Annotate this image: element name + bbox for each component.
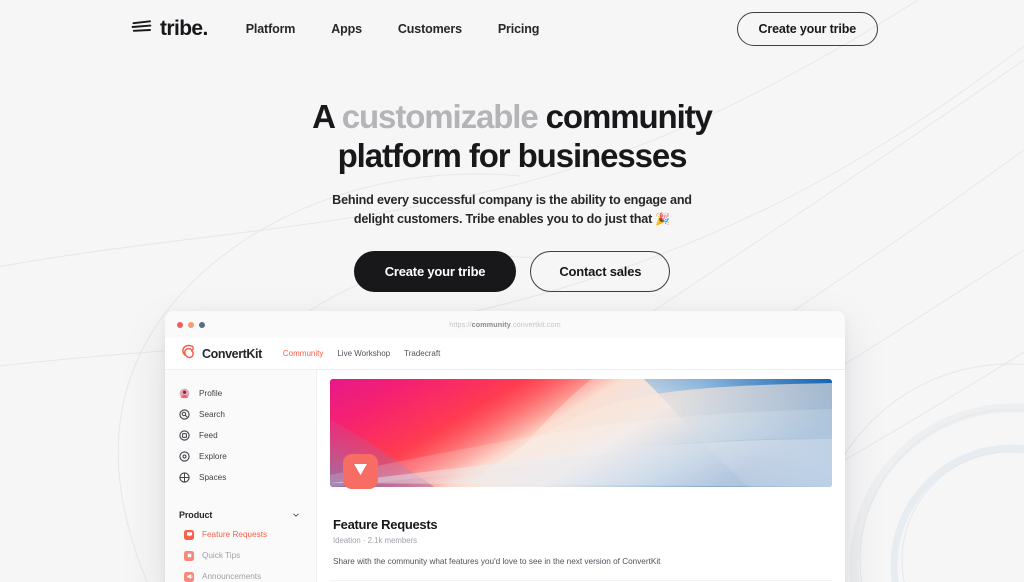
url-host: community (471, 320, 511, 329)
megaphone-icon (184, 571, 194, 582)
sidebar-item-explore-label: Explore (199, 452, 227, 461)
app-top-bar: ConvertKit Community Live Workshop Trade… (165, 338, 845, 370)
hero-create-tribe-button[interactable]: Create your tribe (353, 250, 517, 292)
search-icon (179, 409, 190, 420)
sidebar-item-feed[interactable]: Feed (179, 425, 316, 446)
sidebar-item-feature-requests[interactable]: Feature Requests (179, 524, 316, 545)
feed-icon (179, 430, 190, 441)
sidebar-item-spaces[interactable]: Spaces (179, 467, 316, 488)
sidebar-group-product[interactable]: Product (179, 505, 316, 524)
hero-subtitle-text: Behind every successful company is the a… (332, 192, 692, 226)
tribe-lines-icon (131, 19, 153, 39)
convertkit-brand[interactable]: ConvertKit (181, 344, 262, 364)
sidebar-group-label: Product (179, 509, 213, 520)
window-minimize-dot[interactable] (188, 321, 194, 328)
hero-title-part2: community (537, 98, 713, 135)
diamond-gem-icon (351, 461, 370, 483)
brand-logo[interactable]: tribe. (131, 18, 208, 39)
avatar-icon (179, 388, 190, 399)
sidebar-item-feature-requests-label: Feature Requests (202, 530, 268, 539)
convertkit-brand-name: ConvertKit (202, 346, 262, 361)
hero-contact-sales-button[interactable]: Contact sales (530, 250, 671, 292)
brand-name: tribe. (160, 17, 208, 40)
app-body: Profile Search Feed Explore Spaces Produ… (165, 370, 845, 582)
url-scheme: https:// (449, 320, 472, 329)
nav-item-platform[interactable]: Platform (246, 22, 296, 36)
address-bar[interactable]: https://community.convertkit.com (165, 320, 845, 329)
app-nav: Community Live Workshop Tradecraft (283, 349, 440, 358)
space-header: Feature Requests Ideation · 2.1k members… (330, 487, 832, 566)
nav-item-pricing[interactable]: Pricing (498, 22, 539, 36)
hero-subtitle: Behind every successful company is the a… (332, 191, 692, 229)
explore-icon (179, 451, 190, 462)
sidebar-item-profile[interactable]: Profile (179, 383, 316, 404)
hero-actions: Create your tribe Contact sales (0, 250, 1024, 292)
sidebar-item-announcements[interactable]: Announcements (179, 566, 316, 582)
app-nav-tradecraft[interactable]: Tradecraft (404, 349, 440, 358)
sidebar-item-search[interactable]: Search (179, 404, 316, 425)
hero-title: A customizable community platform for bu… (252, 98, 772, 176)
hero-title-line2: platform for businesses (337, 136, 688, 174)
window-maximize-dot[interactable] (199, 321, 205, 328)
space-badge (343, 454, 378, 489)
site-header: tribe. Platform Apps Customers Pricing C… (0, 0, 1024, 57)
sidebar-item-profile-label: Profile (199, 389, 223, 398)
hero-section: A customizable community platform for bu… (0, 57, 1024, 292)
main-nav: Platform Apps Customers Pricing (246, 22, 540, 36)
chevron-down-icon[interactable] (292, 506, 300, 524)
window-controls (177, 321, 205, 328)
app-sidebar: Profile Search Feed Explore Spaces Produ… (165, 370, 317, 582)
nav-item-apps[interactable]: Apps (331, 22, 362, 36)
feature-request-icon (184, 529, 194, 540)
sidebar-item-search-label: Search (199, 410, 225, 419)
sidebar-item-explore[interactable]: Explore (179, 446, 316, 467)
app-main-panel: Feature Requests Ideation · 2.1k members… (317, 370, 845, 582)
convertkit-loop-icon (181, 344, 196, 364)
app-nav-community[interactable]: Community (283, 349, 323, 358)
space-title: Feature Requests (333, 517, 438, 532)
sidebar-item-feed-label: Feed (199, 431, 218, 440)
hero-title-highlight: customizable (341, 98, 539, 135)
header-create-tribe-button[interactable]: Create your tribe (736, 11, 878, 46)
app-nav-live-workshop[interactable]: Live Workshop (337, 349, 390, 358)
space-banner-image (330, 379, 832, 487)
window-close-dot[interactable] (177, 321, 183, 328)
browser-mockup: https://community.convertkit.com Convert… (165, 311, 845, 582)
sidebar-item-announcements-label: Announcements (202, 572, 262, 581)
sidebar-item-quick-tips-label: Quick Tips (202, 551, 241, 560)
sidebar-item-quick-tips[interactable]: Quick Tips (179, 545, 316, 566)
mockup-titlebar: https://community.convertkit.com (165, 311, 845, 338)
spaces-grid-icon (179, 472, 190, 483)
nav-item-customers[interactable]: Customers (398, 22, 462, 36)
quick-tips-icon (184, 550, 194, 561)
space-description: Share with the community what features y… (333, 557, 661, 566)
url-rest: .convertkit.com (510, 320, 561, 329)
sidebar-item-spaces-label: Spaces (199, 473, 227, 482)
party-popper-icon: 🎉 (655, 211, 671, 226)
hero-title-part1: A (312, 98, 342, 135)
space-meta: Ideation · 2.1k members (333, 536, 418, 545)
